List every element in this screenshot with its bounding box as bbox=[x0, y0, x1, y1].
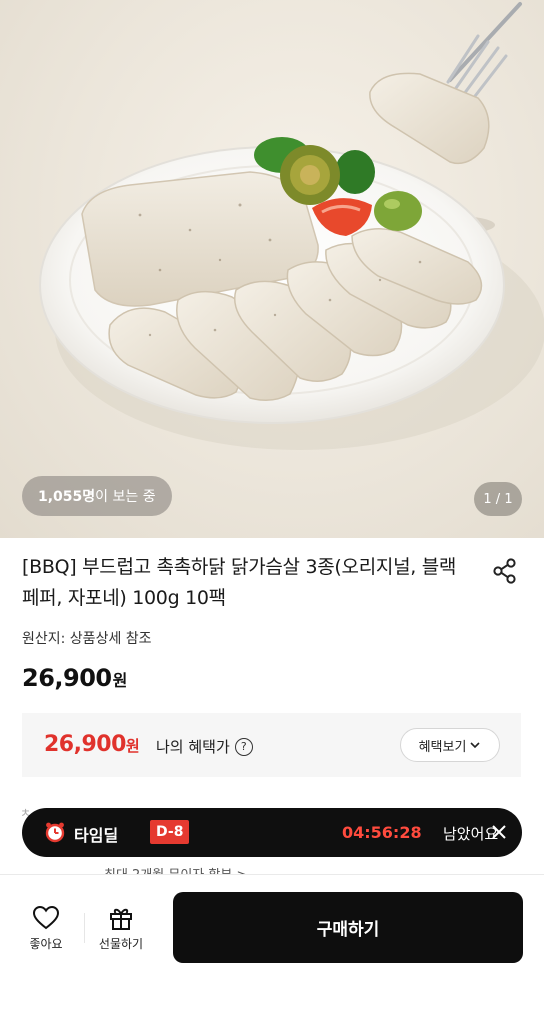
countdown-timer: 04:56:28 bbox=[342, 823, 422, 842]
benefit-price: 26,900원 bbox=[44, 732, 140, 757]
view-benefits-label: 혜택보기 bbox=[418, 738, 467, 754]
benefit-price-currency: 원 bbox=[125, 737, 140, 755]
buy-button[interactable]: 구매하기 bbox=[173, 892, 523, 963]
gift-icon bbox=[110, 908, 132, 930]
gift-button[interactable]: 선물하기 bbox=[92, 905, 150, 952]
viewers-badge: 1,055명 이 보는 중 bbox=[22, 476, 172, 516]
alarm-clock-icon bbox=[45, 822, 65, 843]
viewers-count: 1,055명 bbox=[38, 489, 96, 505]
origin-info: 원산지: 상품상세 참조 bbox=[22, 631, 152, 647]
benefit-label: 나의 혜택가 bbox=[156, 738, 230, 756]
chicken-breast-photo bbox=[39, 2, 544, 450]
share-icon[interactable] bbox=[490, 556, 520, 586]
divider bbox=[84, 913, 85, 943]
benefit-box: 26,900원 나의 혜택가 ? 혜택보기 bbox=[22, 713, 521, 777]
product-image[interactable]: 1,055명 이 보는 중 1 / 1 bbox=[0, 0, 544, 538]
price-value: 26,900 bbox=[22, 664, 112, 692]
time-deal-banner[interactable]: 타임딜 D-8 04:56:28 남았어요 bbox=[22, 808, 522, 857]
like-button[interactable]: 좋아요 bbox=[24, 905, 68, 952]
heart-icon bbox=[32, 905, 60, 930]
dday-badge: D-8 bbox=[150, 820, 190, 844]
chevron-down-icon bbox=[470, 742, 480, 749]
view-benefits-button[interactable]: 혜택보기 bbox=[400, 728, 500, 762]
bottom-action-bar: 좋아요 선물하기 구매하기 bbox=[0, 874, 544, 1024]
question-circle-icon[interactable]: ? bbox=[234, 737, 253, 756]
time-deal-label: 타임딜 bbox=[74, 826, 119, 845]
price-currency: 원 bbox=[112, 671, 128, 690]
like-label: 좋아요 bbox=[29, 937, 63, 951]
viewers-suffix: 이 보는 중 bbox=[95, 489, 156, 505]
image-pager: 1 / 1 bbox=[474, 482, 522, 516]
product-price: 26,900원 bbox=[22, 664, 127, 692]
product-title: [BBQ] 부드럽고 촉촉하닭 닭가슴살 3종(오리지널, 블랙페퍼, 자포네)… bbox=[22, 556, 457, 609]
benefit-label-group: 나의 혜택가 ? bbox=[156, 736, 253, 757]
benefit-price-value: 26,900 bbox=[44, 732, 126, 757]
close-icon[interactable] bbox=[490, 823, 508, 841]
gift-label: 선물하기 bbox=[98, 937, 144, 951]
